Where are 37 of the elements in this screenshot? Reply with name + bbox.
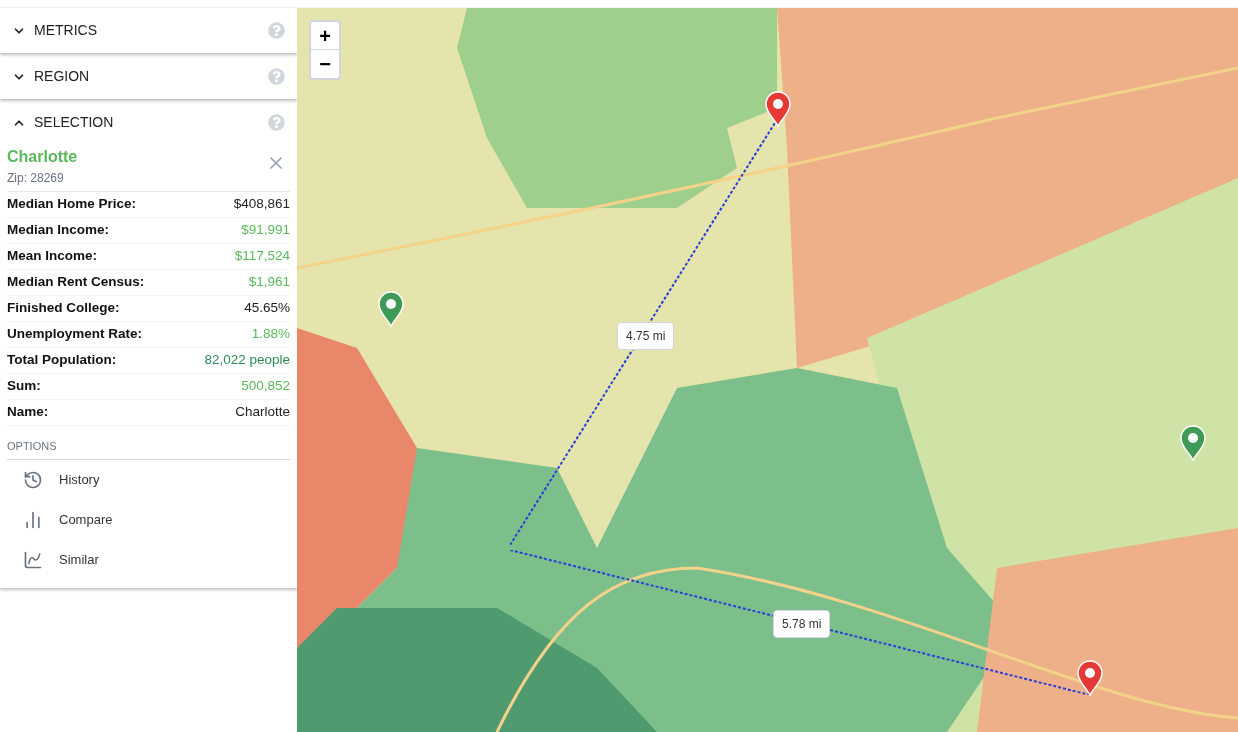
stat-value: $408,861 (233, 195, 290, 214)
stat-label: Sum: (7, 377, 41, 396)
help-icon[interactable] (268, 22, 285, 39)
stat-label: Mean Income: (7, 247, 98, 266)
distance-label: 5.78 mi (773, 610, 831, 638)
stat-label: Median Income: (7, 221, 109, 240)
zoom-out-button[interactable]: − (311, 50, 339, 78)
stat-value: 45.65% (244, 299, 290, 318)
stat-label: Unemployment Rate: (7, 325, 143, 344)
stat-label: Median Home Price: (7, 195, 137, 214)
help-icon[interactable] (268, 114, 285, 131)
stat-value: $117,524 (234, 247, 290, 266)
selection-name: Charlotte (7, 147, 78, 167)
help-icon[interactable] (268, 68, 285, 85)
distance-label: 4.75 mi (617, 322, 675, 350)
zoom-in-button[interactable]: + (311, 22, 339, 50)
stat-value: 82,022 people (204, 351, 290, 370)
stat-label: Total Population: (7, 351, 117, 370)
option-item[interactable]: History (7, 459, 290, 500)
stat-value: $1,961 (248, 273, 290, 292)
zip-code: Zip: 28269 (7, 170, 65, 187)
stat-label: Name: (7, 403, 49, 422)
section-header[interactable]: SELECTION (0, 100, 297, 145)
bar-chart-icon (23, 509, 43, 530)
stat-value: $91,991 (241, 221, 290, 240)
option-item[interactable]: Compare (7, 499, 290, 540)
section-header[interactable]: METRICS (0, 8, 297, 53)
stat-value: 1.88% (251, 325, 290, 344)
stat-label: Finished College: (7, 299, 120, 318)
stat-value: 500,852 (241, 377, 290, 396)
option-item[interactable]: Similar (7, 539, 290, 580)
stat-label: Median Rent Census: (7, 273, 145, 292)
stat-value: Charlotte (235, 403, 290, 422)
options-heading: OPTIONS (7, 438, 290, 460)
section-header[interactable]: REGION (0, 54, 297, 99)
map-drawing[interactable] (297, 8, 1238, 732)
history-icon (23, 469, 43, 490)
